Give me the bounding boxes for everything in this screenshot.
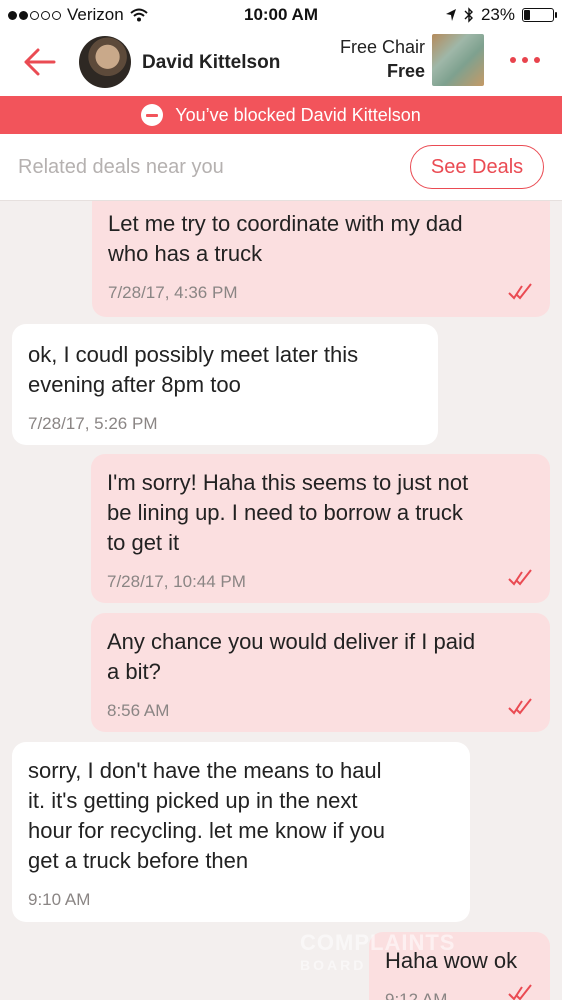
message-text: sorry, I don't have the means to haul it… <box>28 758 386 873</box>
message-text: I'm sorry! Haha this seems to just not b… <box>107 470 469 555</box>
message-timestamp: 7/28/17, 4:36 PM <box>108 283 238 302</box>
back-arrow-icon[interactable] <box>20 44 60 80</box>
watermark-line1: COMPLAINTS <box>300 930 456 955</box>
message-bubble-outgoing: I'm sorry! Haha this seems to just not b… <box>91 454 550 603</box>
status-right: 23% <box>445 5 557 25</box>
item-price: Free <box>386 61 425 81</box>
contact-name[interactable]: David Kittelson <box>142 52 280 74</box>
read-receipt-icon <box>508 283 532 300</box>
message-bubble-incoming: sorry, I don't have the means to haul it… <box>12 742 470 922</box>
read-receipt-icon <box>508 569 532 586</box>
battery-percent: 23% <box>480 5 515 24</box>
message-text: Let me try to coordinate with my dad who… <box>108 211 463 266</box>
related-deals-label: Related deals near you <box>18 156 224 178</box>
item-thumbnail[interactable] <box>432 34 484 86</box>
read-receipt-icon <box>508 698 532 715</box>
location-arrow-icon <box>445 9 456 21</box>
status-bar: Verizon 10:00 AM 23% <box>0 0 562 30</box>
watermark-line2: BOARD <box>300 957 367 973</box>
message-text: ok, I coudl possibly meet later this eve… <box>28 342 359 397</box>
avatar[interactable] <box>79 36 131 88</box>
battery-icon <box>522 8 557 22</box>
watermark-logo: COMPLAINTS BOARD <box>300 932 455 976</box>
see-deals-button[interactable]: See Deals <box>410 145 544 189</box>
message-timestamp: 7/28/17, 10:44 PM <box>107 572 246 591</box>
message-timestamp: 8:56 AM <box>107 701 170 720</box>
message-bubble-outgoing: Let me try to coordinate with my dad who… <box>92 201 550 317</box>
chat-header: David Kittelson Free Chair Free <box>0 30 562 96</box>
item-title[interactable]: Free Chair <box>340 37 425 58</box>
message-bubble-outgoing: Any chance you would deliver if I paid a… <box>91 613 550 732</box>
message-bubble-incoming: ok, I coudl possibly meet later this eve… <box>12 324 438 445</box>
message-timestamp: 7/28/17, 5:26 PM <box>28 414 158 433</box>
message-text: Any chance you would deliver if I paid a… <box>107 629 476 684</box>
blocked-banner: You’ve blocked David Kittelson <box>0 96 562 134</box>
blocked-icon <box>141 104 164 126</box>
related-deals-bar: Related deals near you See Deals <box>0 134 562 201</box>
more-options-icon[interactable] <box>510 57 540 63</box>
bluetooth-icon <box>464 7 473 23</box>
message-list[interactable]: Let me try to coordinate with my dad who… <box>0 201 562 1000</box>
message-timestamp: 9:10 AM <box>28 890 91 909</box>
read-receipt-icon <box>508 984 532 1000</box>
blocked-banner-text: You’ve blocked David Kittelson <box>175 104 421 125</box>
